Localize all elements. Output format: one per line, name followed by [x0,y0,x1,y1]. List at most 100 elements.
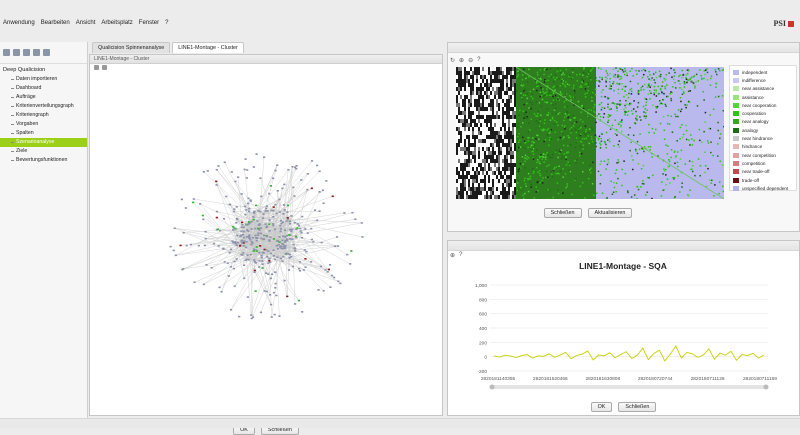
graph-node[interactable] [252,237,254,239]
graph-node[interactable] [304,249,306,251]
graph-node[interactable] [257,234,259,236]
graph-node[interactable] [264,290,266,292]
graph-node[interactable] [327,271,329,273]
graph-node[interactable] [280,228,282,230]
graph-node[interactable] [250,200,252,202]
graph-node[interactable] [258,260,260,262]
chart-ok-button[interactable]: OK [591,402,613,412]
graph-node[interactable] [336,236,338,238]
graph-node[interactable] [204,245,206,247]
graph-node[interactable] [248,208,250,210]
graph-node[interactable] [174,227,176,229]
graph-node[interactable] [257,210,259,212]
tree-item[interactable]: Kriterienverteilungsgraph [0,102,87,111]
graph-node[interactable] [246,169,248,171]
graph-node[interactable] [253,166,255,168]
graph-node[interactable] [284,240,286,242]
graph-node[interactable] [185,207,187,209]
graph-node[interactable] [278,315,280,317]
graph-node[interactable] [291,238,293,240]
graph-node[interactable] [250,244,252,246]
graph-node[interactable] [241,240,243,242]
menu-item[interactable]: Anwendung [3,20,35,26]
graph-node[interactable] [329,264,331,266]
list-icon[interactable] [23,49,30,56]
graph-node[interactable] [253,271,255,273]
graph-node[interactable] [232,229,234,231]
graph-node[interactable] [220,291,222,293]
graph-node[interactable] [275,295,277,297]
graph-node[interactable] [233,261,235,263]
graph-node[interactable] [272,216,274,218]
graph-node[interactable] [289,220,291,222]
graph-node[interactable] [271,274,273,276]
graph-node[interactable] [311,160,313,162]
graph-node[interactable] [262,252,264,254]
graph-node[interactable] [318,210,320,212]
graph-node[interactable] [211,267,213,269]
graph-node[interactable] [248,237,250,239]
graph-node[interactable] [322,190,324,192]
graph-node[interactable] [268,239,270,241]
editor-tab[interactable]: LINE1-Montage - Cluster [172,42,244,53]
graph-node[interactable] [255,249,257,251]
graph-node[interactable] [265,249,267,251]
graph-node[interactable] [299,228,301,230]
graph-node[interactable] [193,198,195,200]
graph-node[interactable] [331,275,333,277]
editor-tab[interactable]: Qualicision Spinnenanalyse [92,42,170,53]
graph-node[interactable] [319,170,321,172]
graph-node[interactable] [283,204,285,206]
menu-item[interactable]: Ansicht [76,20,96,26]
graph-node[interactable] [270,253,272,255]
graph-node[interactable] [181,199,183,201]
graph-node[interactable] [252,316,254,318]
chart-scrollbar[interactable] [490,385,768,389]
graph-node[interactable] [272,177,274,179]
graph-node[interactable] [259,177,261,179]
menu-item[interactable]: ? [165,20,168,26]
zoom-icon[interactable] [94,65,99,70]
sqa-line-chart[interactable]: LINE1-Montage - SQA1,0008006004002000-20… [448,255,799,393]
graph-node[interactable] [278,244,280,246]
graph-node[interactable] [287,205,289,207]
graph-node[interactable] [269,294,271,296]
graph-node[interactable] [199,203,201,205]
graph-node[interactable] [332,196,334,198]
graph-node[interactable] [283,184,285,186]
graph-node[interactable] [279,231,281,233]
graph-node[interactable] [247,296,249,298]
graph-node[interactable] [291,229,293,231]
graph-node[interactable] [219,230,221,232]
graph-node[interactable] [241,222,243,224]
graph-node[interactable] [227,262,229,264]
graph-node[interactable] [231,171,233,173]
graph-node[interactable] [298,225,300,227]
graph-node[interactable] [169,246,171,248]
graph-node[interactable] [300,179,302,181]
graph-node[interactable] [246,254,248,256]
graph-node[interactable] [284,209,286,211]
graph-node[interactable] [244,259,246,261]
graph-node[interactable] [261,255,263,257]
graph-node[interactable] [339,283,341,285]
refresh-icon[interactable]: ↻ [450,57,455,64]
graph-node[interactable] [260,238,262,240]
graph-node[interactable] [261,257,263,259]
graph-node[interactable] [253,250,255,252]
matrix-close-button[interactable]: Schließen [544,208,582,218]
graph-node[interactable] [279,225,281,227]
graph-node[interactable] [295,236,297,238]
graph-node[interactable] [295,168,297,170]
graph-node[interactable] [266,226,268,228]
tree-root[interactable]: Deep Qualicision [0,66,87,75]
graph-node[interactable] [258,266,260,268]
graph-node[interactable] [255,262,257,264]
graph-node[interactable] [252,216,254,218]
graph-node[interactable] [217,229,219,231]
graph-node[interactable] [293,244,295,246]
graph-node[interactable] [236,244,238,246]
graph-node[interactable] [241,224,243,226]
graph-node[interactable] [270,185,272,187]
graph-node[interactable] [316,220,318,222]
